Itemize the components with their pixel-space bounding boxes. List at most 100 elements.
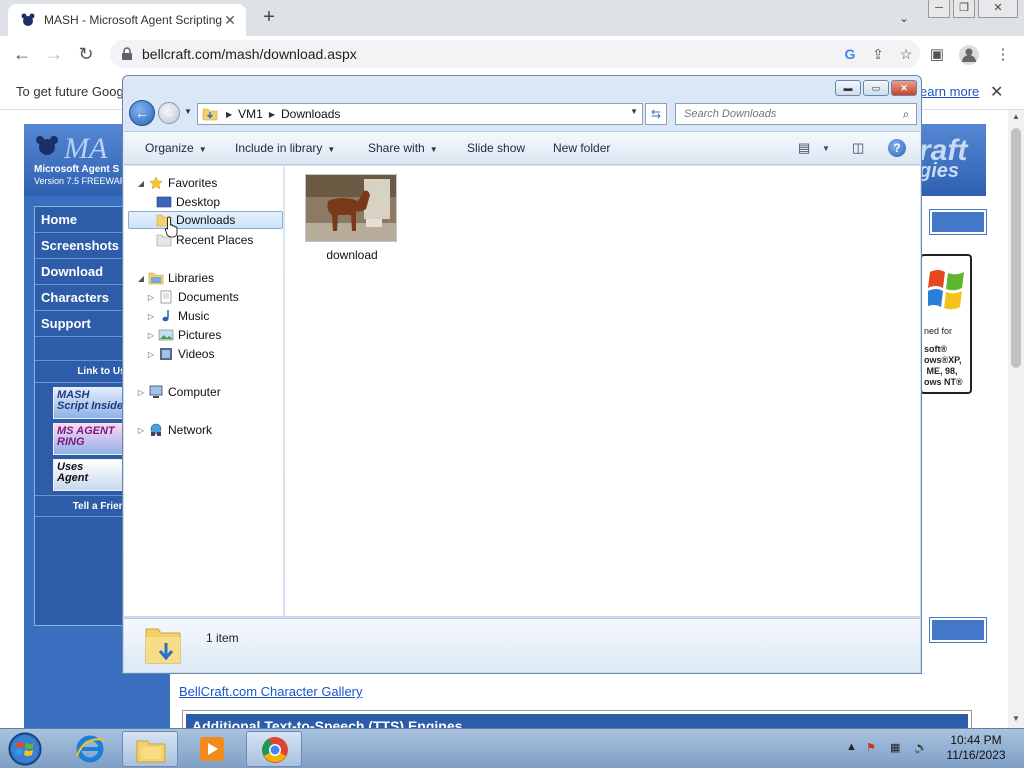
ms-agent-ring-badge[interactable]: MS AGENT RING [53,423,133,455]
network-tray-icon[interactable]: ▦ [890,741,900,754]
action-center-flag-icon[interactable]: ⚑ [866,741,876,754]
tab-search-button[interactable]: ⌄ [894,8,914,28]
tree-downloads[interactable]: Downloads [128,211,283,229]
volume-muted-icon[interactable]: 🔈 [914,741,928,754]
expand-triangle-icon[interactable]: ▷ [146,350,156,359]
libraries-icon [148,272,164,285]
minimize-button[interactable]: ─ [928,0,950,18]
desktop-icon [156,196,172,208]
mash-badge[interactable]: MASH Script Inside [53,387,133,419]
infobar-close-icon[interactable]: ✕ [990,82,1003,102]
organize-button[interactable]: Organize ▼ [145,141,207,155]
page-scrollbar[interactable]: ▲ ▼ [1008,110,1024,728]
close-window-button[interactable]: ✕ [978,0,1018,18]
explorer-address-bar[interactable]: ▶ VM1 ▶ Downloads ▼ [197,103,643,125]
share-icon[interactable]: ⇪ [864,46,892,63]
expand-triangle-icon[interactable]: ▷ [136,426,146,435]
clock-time: 10:44 PM [950,733,1002,747]
reload-icon[interactable]: ↻ [74,42,98,66]
expand-triangle-icon[interactable]: ▷ [146,331,156,340]
file-list-area[interactable]: download [285,166,920,616]
explorer-back-button[interactable]: ← [129,100,155,126]
chevron-down-icon: ▼ [429,145,438,154]
taskbar-internet-explorer[interactable] [62,731,118,767]
explorer-close-button[interactable]: ✕ [891,80,917,96]
windows-flag-icon [928,270,964,310]
explorer-minimize-button[interactable]: ▬ [835,80,861,96]
explorer-search-box[interactable]: ⌕ [675,103,917,125]
tree-documents[interactable]: ▷ Documents [146,288,239,306]
uses-agent-badge[interactable]: Uses Agent [53,459,133,491]
share-with-button[interactable]: Share with ▼ [368,141,438,155]
new-folder-button[interactable]: New folder [553,141,610,155]
forward-arrow-icon[interactable]: → [42,42,66,66]
tree-music[interactable]: ▷ Music [146,307,209,325]
breadcrumb-separator-icon[interactable]: ▶ [224,110,234,119]
section-header-bar-2 [929,617,987,643]
internet-explorer-icon [76,735,105,763]
expand-triangle-icon[interactable]: ▷ [146,293,156,302]
restore-button[interactable]: ❐ [953,0,975,18]
google-icon[interactable]: G [836,46,864,62]
profile-avatar-icon[interactable] [958,44,980,66]
tree-network[interactable]: ▷ Network [136,421,212,439]
side-panel-icon[interactable]: ▣ [926,44,948,66]
expand-triangle-icon[interactable]: ▷ [136,388,146,397]
search-input[interactable] [684,108,896,120]
view-options-chevron-icon[interactable]: ▼ [822,144,830,153]
help-icon[interactable]: ? [888,139,906,157]
infobar-message: To get future Google [16,84,134,99]
collapse-triangle-icon[interactable]: ◢ [136,179,146,188]
explorer-forward-button[interactable]: → [158,102,180,124]
back-arrow-icon[interactable]: ← [10,42,34,66]
character-gallery-link[interactable]: BellCraft.com Character Gallery [179,684,363,699]
bookmark-star-icon[interactable]: ☆ [892,46,920,63]
preview-pane-icon[interactable]: ◫ [852,140,864,156]
breadcrumb-downloads[interactable]: Downloads [277,107,344,121]
recent-pages-chevron-icon[interactable]: ▼ [184,107,192,116]
address-dropdown-icon[interactable]: ▼ [630,107,638,116]
expand-triangle-icon[interactable]: ▷ [146,312,156,321]
refresh-icon[interactable]: ⇆ [645,103,667,125]
show-hidden-icons-chevron-icon[interactable]: ▲ [846,741,857,753]
explorer-maximize-button[interactable]: ▭ [863,80,889,96]
tree-libraries[interactable]: ◢ Libraries [136,269,214,287]
tree-videos[interactable]: ▷ Videos [146,345,215,363]
start-button-windows-orb-icon[interactable] [6,731,44,767]
scroll-down-icon[interactable]: ▼ [1008,714,1024,723]
new-tab-button[interactable]: + [258,7,280,29]
mash-favicon-icon [21,13,35,26]
kebab-menu-icon[interactable]: ⋮ [992,44,1014,66]
slide-show-button[interactable]: Slide show [467,141,525,155]
scroll-up-icon[interactable]: ▲ [1008,112,1024,121]
tree-desktop[interactable]: Desktop [156,193,220,211]
brand-text-bottom: gies [919,160,960,182]
details-pane: 1 item [124,618,920,672]
media-player-icon [200,737,224,761]
search-icon[interactable]: ⌕ [896,107,916,122]
system-clock[interactable]: 10:44 PM 11/16/2023 [936,733,1016,763]
windows-versions-text: soft® ows®XP, ME, 98, ows NT® [924,344,963,387]
downloads-folder-large-icon [145,628,181,664]
file-item-download[interactable]: download [305,174,399,262]
taskbar: ▲ ⚑ ▦ 🔈 10:44 PM 11/16/2023 [0,728,1024,768]
tree-computer[interactable]: ▷ Computer [136,383,221,401]
taskbar-media-player[interactable] [184,731,240,767]
taskbar-windows-explorer[interactable] [122,731,178,767]
breadcrumb-separator-icon[interactable]: ▶ [267,110,277,119]
breadcrumb-vm1[interactable]: VM1 [234,107,267,121]
tts-section: Additional Text-to-Speech (TTS) Engines [182,710,972,728]
taskbar-chrome[interactable] [246,731,302,767]
tree-pictures[interactable]: ▷ Pictures [146,326,221,344]
tab-strip: MASH - Microsoft Agent Scripting H ✕ + ⌄… [0,0,1024,36]
address-bar[interactable]: bellcraft.com/mash/download.aspx G ⇪ ☆ [110,40,920,68]
include-in-library-button[interactable]: Include in library ▼ [235,141,335,155]
tab-close-icon[interactable]: ✕ [222,12,238,28]
learn-more-link[interactable]: earn more [920,84,979,99]
videos-icon [160,348,172,360]
change-view-icon[interactable]: ▤ [798,140,810,156]
collapse-triangle-icon[interactable]: ◢ [136,274,146,283]
browser-tab-mash[interactable]: MASH - Microsoft Agent Scripting H ✕ [8,4,246,36]
tree-favorites[interactable]: ◢ Favorites [136,174,217,192]
scroll-thumb[interactable] [1011,128,1021,368]
